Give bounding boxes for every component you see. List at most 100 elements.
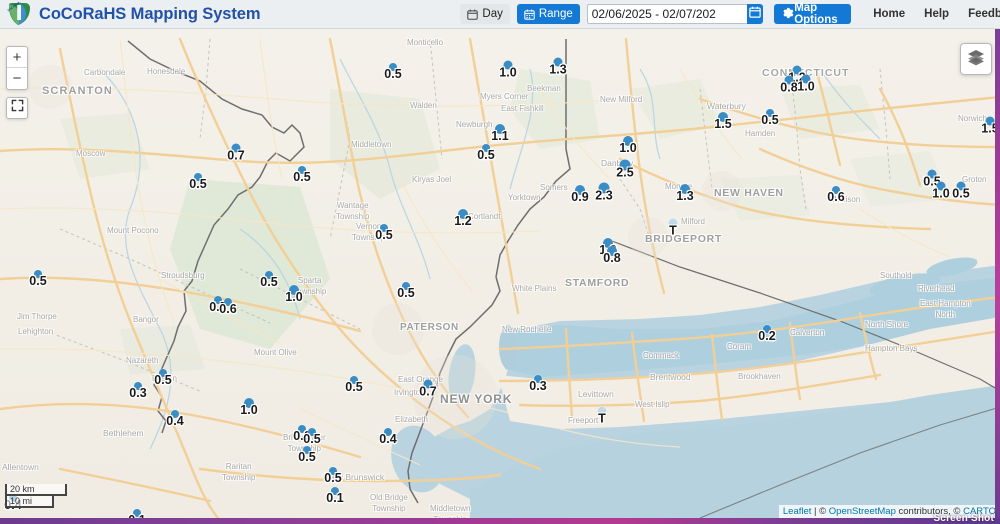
station-marker[interactable]: 1.0 <box>797 74 815 93</box>
station-marker[interactable]: 0.5 <box>345 376 363 394</box>
station-marker[interactable]: 1.2 <box>788 65 806 84</box>
station-marker[interactable]: 0.1 <box>128 509 146 518</box>
station-marker[interactable]: 0.5 <box>397 282 415 300</box>
station-value-label: 1.0 <box>499 65 517 79</box>
station-marker[interactable]: 1.0 <box>240 398 258 417</box>
station-value-label: 0.5 <box>324 471 342 485</box>
station-marker[interactable]: 0.5 <box>952 181 970 200</box>
station-marker[interactable]: 0.4 <box>166 410 184 428</box>
station-marker[interactable]: 1.2 <box>454 209 472 228</box>
zoom-in-button[interactable]: + <box>7 47 27 68</box>
station-marker[interactable]: 1.3 <box>549 57 567 76</box>
station-marker[interactable]: 1.0 <box>932 181 950 200</box>
station-marker[interactable]: 0.5 <box>29 270 47 288</box>
map-canvas[interactable]: SCRANTON Carbondale Honesdale Monticello Mos… <box>0 29 1000 518</box>
nav-link-feedback[interactable]: Feedback <box>968 8 1000 20</box>
station-value-label: 0.5 <box>397 286 415 300</box>
station-marker[interactable]: 0.5 <box>477 144 495 162</box>
browser-bottom-chrome <box>0 518 1000 524</box>
nav-link-help[interactable]: Help <box>924 8 949 20</box>
station-marker[interactable]: T <box>668 218 678 237</box>
calendar-day-icon <box>467 9 479 20</box>
fullscreen-button[interactable] <box>6 97 28 119</box>
station-marker[interactable]: 1.0 <box>619 136 637 155</box>
day-button-label: Day <box>482 8 503 20</box>
station-value-label: 1.0 <box>797 79 815 93</box>
station-marker[interactable]: 0.5 <box>923 169 941 188</box>
station-value-label: 0.3 <box>129 386 147 400</box>
day-button[interactable]: Day <box>460 4 510 24</box>
zoom-out-button[interactable]: − <box>7 68 27 89</box>
station-value-label: 0.5 <box>303 432 321 446</box>
station-marker[interactable]: 0.1 <box>326 487 344 505</box>
station-value-label: 0.5 <box>761 113 779 127</box>
station-marker[interactable]: 0.4 <box>4 494 22 512</box>
station-value-label: 2.5 <box>616 165 634 179</box>
station-marker[interactable]: 0.5 <box>154 369 172 387</box>
zoom-control: + − <box>6 46 28 90</box>
station-value-label: 0.5 <box>260 275 278 289</box>
station-value-label: 0.1 <box>326 491 344 505</box>
station-marker[interactable]: 0.9 <box>571 185 589 204</box>
station-value-label: 0.6 <box>827 190 845 204</box>
station-marker[interactable]: 0.5 <box>189 173 207 191</box>
station-value-label: 1.0 <box>932 186 950 200</box>
station-marker[interactable]: 2.3 <box>595 182 613 202</box>
station-marker[interactable]: 1.5 <box>714 112 732 131</box>
station-marker[interactable]: 0.5 <box>293 166 311 184</box>
date-picker-button[interactable] <box>746 4 764 24</box>
station-marker[interactable]: T <box>597 406 607 425</box>
station-marker[interactable]: 0.5 <box>260 271 278 289</box>
leaflet-link[interactable]: Leaflet <box>783 506 812 517</box>
station-value-label: 1.3 <box>549 62 567 76</box>
station-value-label: 0.5 <box>345 380 363 394</box>
station-value-label: 1.3 <box>676 189 694 203</box>
range-button[interactable]: Range <box>516 4 580 24</box>
attribution-separator: | © <box>811 506 829 517</box>
station-value-label: 1.0 <box>619 141 637 155</box>
station-marker[interactable]: 0.3 <box>529 375 547 393</box>
station-marker[interactable]: 1.0 <box>285 285 303 304</box>
station-marker[interactable]: 0.6 <box>219 298 237 316</box>
station-marker[interactable]: 0.7 <box>227 143 245 162</box>
station-marker[interactable]: 0.5 <box>324 467 342 485</box>
gear-icon <box>782 7 794 22</box>
calendar-picker-icon <box>749 5 761 23</box>
station-marker[interactable]: 0.5 <box>298 446 316 464</box>
station-marker[interactable]: 0.8 <box>780 75 798 94</box>
brand: CoCoRaHS CoCoRaHS Mapping System <box>0 2 261 26</box>
station-value-label: 0.5 <box>384 67 402 81</box>
station-value-label: T <box>669 223 677 237</box>
layers-button[interactable] <box>960 43 992 75</box>
fullscreen-icon <box>11 99 24 117</box>
station-value-label: 0.5 <box>189 177 207 191</box>
station-marker[interactable]: 0.2 <box>758 325 776 343</box>
station-marker[interactable]: 1.5 <box>981 116 999 135</box>
station-value-label: 0.5 <box>298 450 316 464</box>
station-marker[interactable]: 0.7 <box>419 379 437 398</box>
cocorahs-logo-icon: CoCoRaHS <box>6 2 32 26</box>
map-options-button[interactable]: Map Options <box>774 2 852 26</box>
station-marker[interactable]: 1.3 <box>676 184 694 203</box>
date-range-input[interactable] <box>586 4 747 24</box>
station-marker[interactable]: 1.1 <box>491 124 509 143</box>
station-marker[interactable]: 0.3 <box>129 382 147 400</box>
station-marker[interactable]: 0.5 <box>384 63 402 81</box>
station-value-label: 0.3 <box>529 379 547 393</box>
nav-link-home[interactable]: Home <box>873 8 905 20</box>
station-marker[interactable]: 0.6 <box>827 186 845 204</box>
app-root: CoCoRaHS CoCoRaHS Mapping System Day Ran… <box>0 0 1000 524</box>
station-value-label: 0.5 <box>952 186 970 200</box>
station-value-label: 1.0 <box>240 403 258 417</box>
station-marker[interactable]: 0.4 <box>379 428 397 446</box>
osm-link[interactable]: OpenStreetMap <box>829 506 896 517</box>
station-marker[interactable]: 0.8 <box>603 246 621 265</box>
station-value-label: 0.5 <box>477 148 495 162</box>
station-marker[interactable]: 2.5 <box>616 159 634 179</box>
station-marker[interactable]: 0.5 <box>303 428 321 446</box>
station-marker[interactable]: 0.5 <box>375 224 393 242</box>
screenshot-watermark: Screen Shot <box>933 513 994 524</box>
station-marker[interactable]: 1.0 <box>499 60 517 79</box>
app-header: CoCoRaHS CoCoRaHS Mapping System Day Ran… <box>0 0 1000 29</box>
station-marker[interactable]: 0.5 <box>761 109 779 127</box>
